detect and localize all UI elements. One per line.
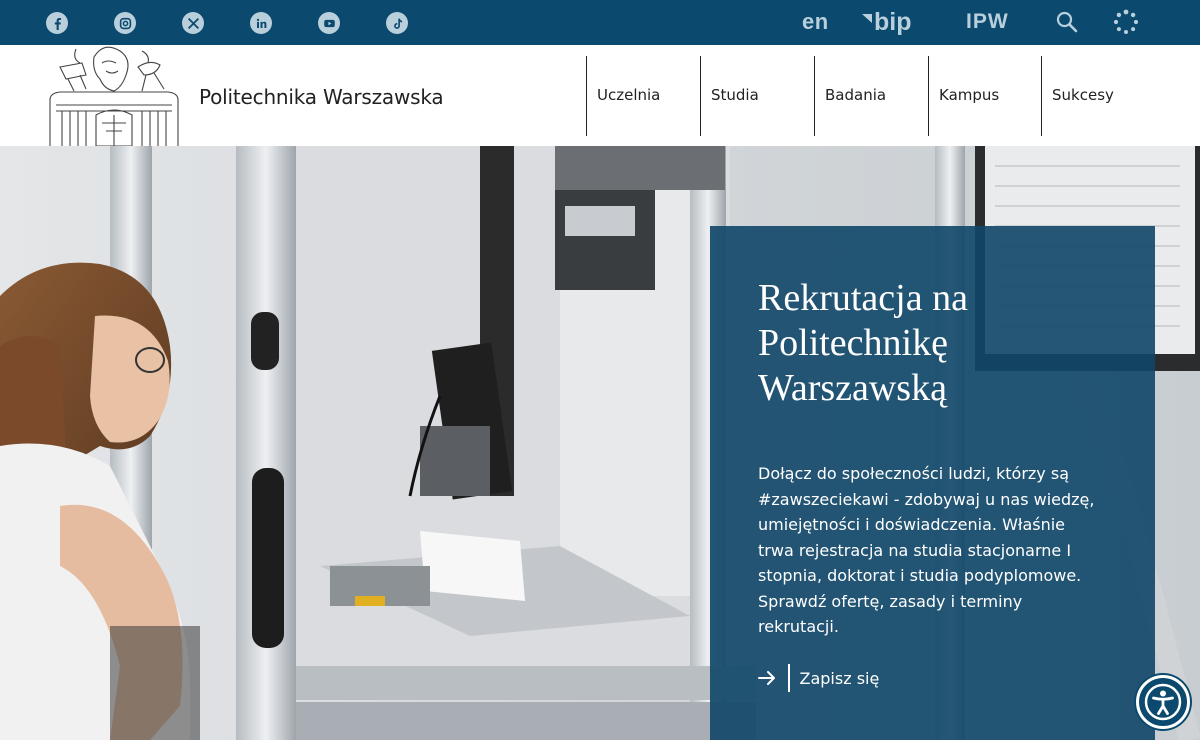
youtube-icon bbox=[323, 19, 335, 27]
x-link[interactable] bbox=[182, 12, 204, 34]
instagram-icon bbox=[119, 17, 131, 29]
accessibility-button[interactable] bbox=[1136, 675, 1190, 729]
bip-label: bip bbox=[874, 7, 912, 36]
search-icon bbox=[1056, 11, 1078, 33]
signup-link[interactable]: Zapisz się bbox=[758, 664, 879, 692]
hero-description: Dołącz do społeczności ludzi, którzy są … bbox=[758, 464, 1095, 636]
facebook-link[interactable] bbox=[46, 12, 68, 34]
x-icon bbox=[187, 17, 199, 29]
instagram-link[interactable] bbox=[114, 12, 136, 34]
hero-banner: Rekrutacja na Politechnikę Warszawską Do… bbox=[0, 146, 1200, 740]
dots-spinner-icon bbox=[1113, 9, 1139, 34]
tiktok-icon bbox=[393, 18, 402, 29]
recruitment-card: Rekrutacja na Politechnikę Warszawską Do… bbox=[710, 226, 1155, 740]
signup-label: Zapisz się bbox=[799, 668, 880, 688]
linkedin-icon bbox=[256, 18, 266, 28]
ipw-link[interactable]: IPW bbox=[966, 8, 1009, 36]
nav-item-studia[interactable]: Studia bbox=[700, 56, 814, 136]
site-logo-text[interactable]: Politechnika Warszawska bbox=[199, 85, 444, 109]
bip-link[interactable]: bip bbox=[862, 8, 912, 36]
facebook-icon bbox=[54, 17, 61, 30]
arrow-right-icon bbox=[758, 671, 775, 685]
nav-item-uczelnia[interactable]: Uczelnia bbox=[586, 56, 700, 136]
nav-item-kampus[interactable]: Kampus bbox=[928, 56, 1041, 136]
nav-item-sukcesy[interactable]: Sukcesy bbox=[1041, 56, 1151, 136]
university-emblem-icon[interactable] bbox=[46, 45, 180, 146]
tiktok-link[interactable] bbox=[386, 12, 408, 34]
site-header: Politechnika Warszawska Uczelnia Studia … bbox=[0, 45, 1200, 146]
bip-triangle-icon bbox=[862, 13, 872, 23]
nav-item-badania[interactable]: Badania bbox=[814, 56, 928, 136]
accessibility-icon bbox=[1144, 683, 1182, 721]
linkedin-link[interactable] bbox=[250, 12, 272, 34]
top-bar: en bip IPW bbox=[0, 0, 1200, 45]
cta-separator bbox=[788, 664, 790, 692]
menu-dots-button[interactable] bbox=[1113, 9, 1139, 35]
youtube-link[interactable] bbox=[318, 12, 340, 34]
hero-title: Rekrutacja na Politechnikę Warszawską bbox=[758, 277, 968, 409]
language-switch-link[interactable]: en bbox=[802, 8, 829, 36]
search-button[interactable] bbox=[1056, 11, 1078, 33]
